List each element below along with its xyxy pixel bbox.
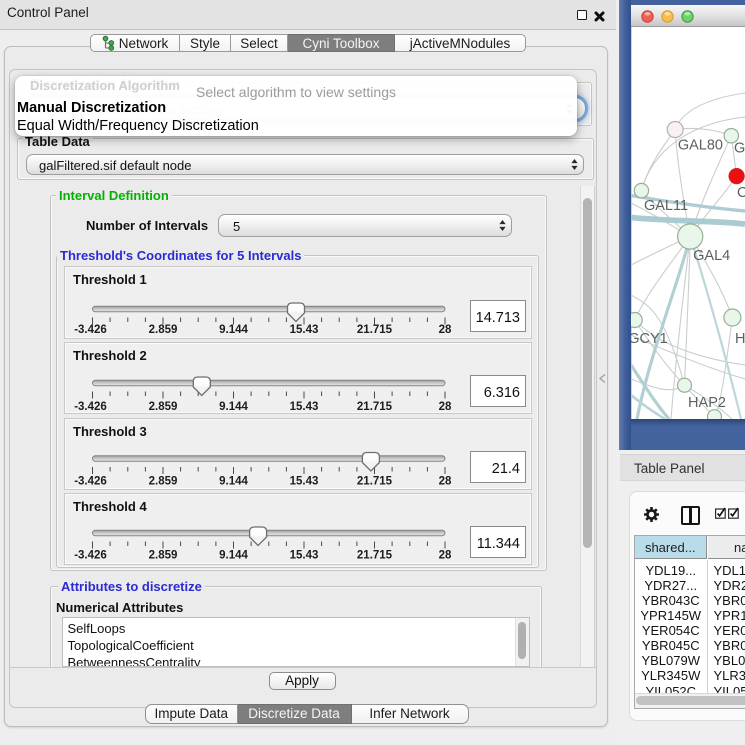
svg-text:GA: GA <box>734 141 745 157</box>
svg-text:GAL4: GAL4 <box>693 248 730 264</box>
svg-text:GCY1: GCY1 <box>631 331 668 347</box>
svg-text:H: H <box>735 331 745 347</box>
svg-text:HAP2: HAP2 <box>688 395 726 411</box>
svg-text:GAL11: GAL11 <box>644 198 688 214</box>
svg-text:C: C <box>737 185 745 201</box>
svg-text:GAL80: GAL80 <box>678 138 723 154</box>
